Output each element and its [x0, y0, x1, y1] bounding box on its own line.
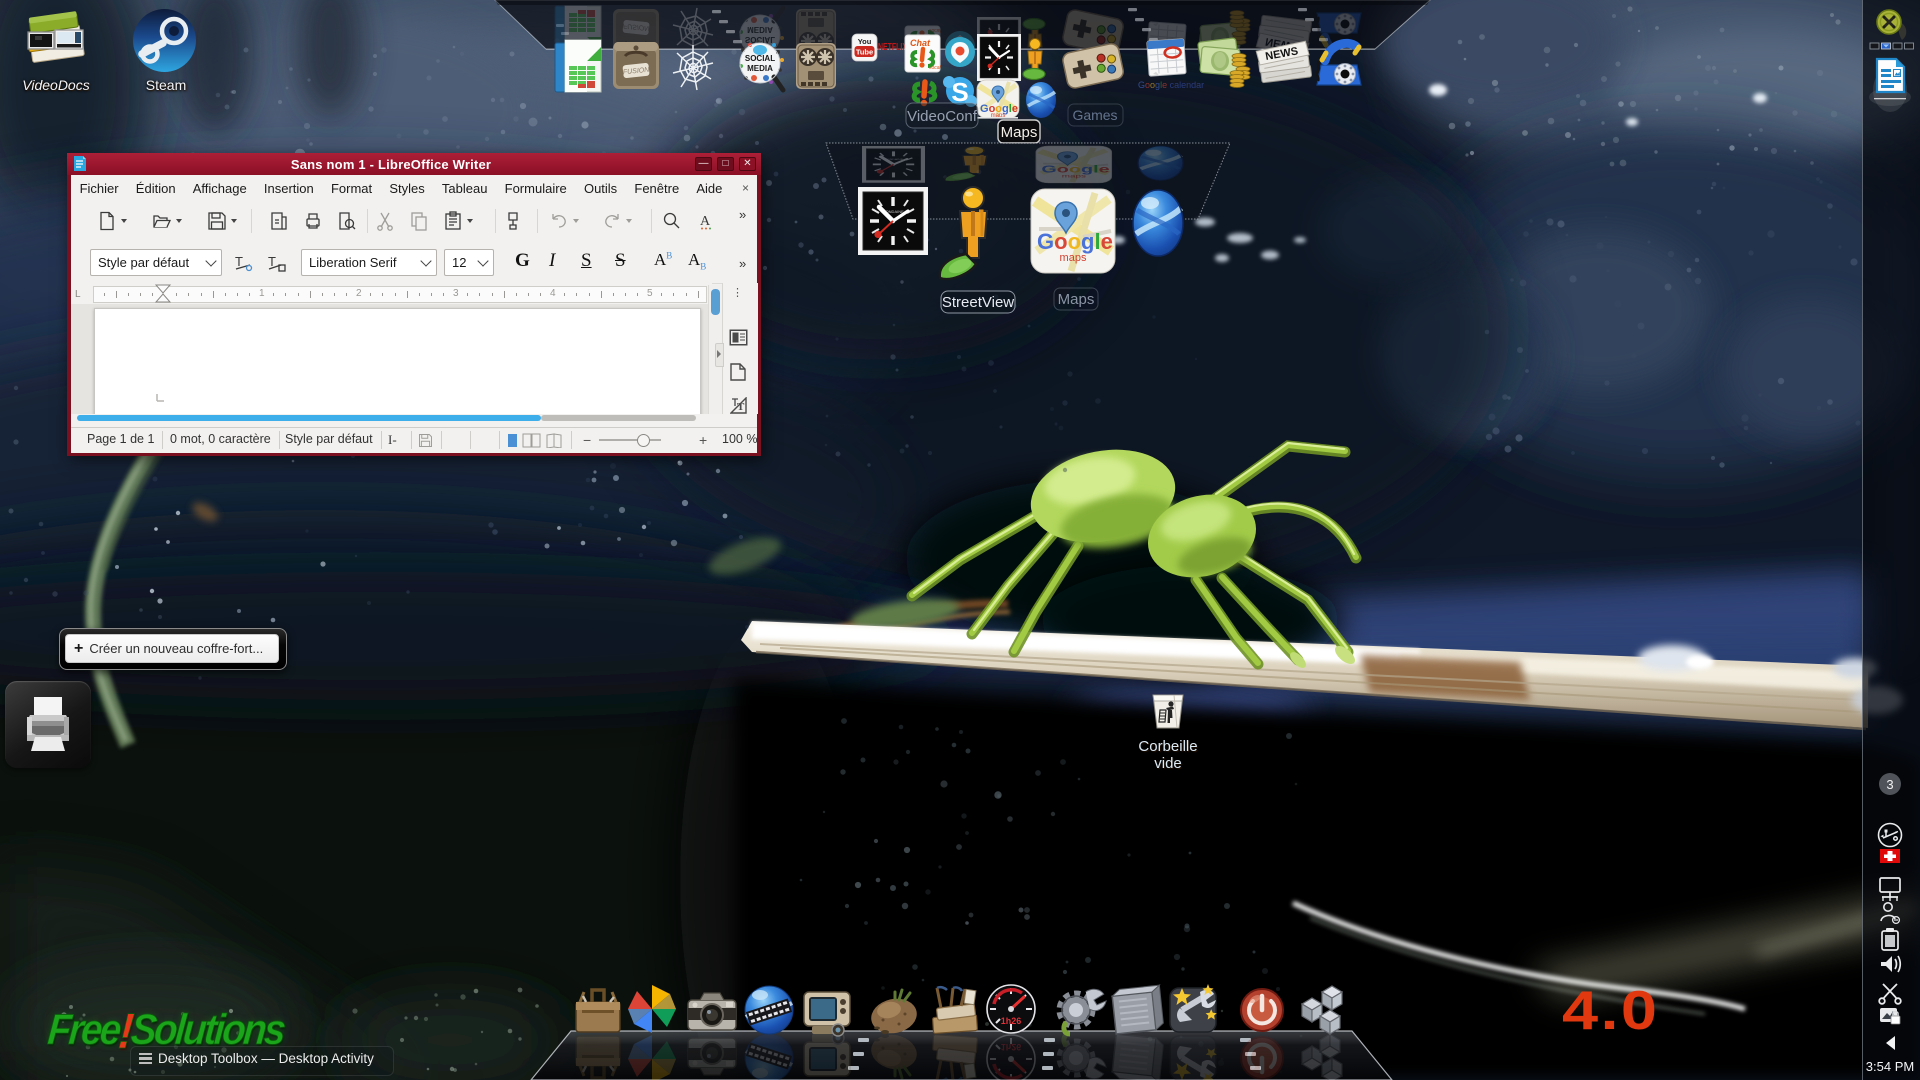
svg-text:StreetView: StreetView — [942, 294, 1014, 311]
svg-text:Maps: Maps — [1001, 124, 1038, 141]
svg-text:3: 3 — [1886, 777, 1893, 792]
svg-text:Maps: Maps — [1058, 291, 1095, 308]
svg-text:Games: Games — [1072, 107, 1117, 123]
svg-text:Google calendar: Google calendar — [1138, 80, 1204, 90]
svg-text:T: T — [737, 401, 745, 413]
svg-text:VideoConf: VideoConf — [907, 108, 978, 125]
svg-text:A: A — [700, 214, 711, 229]
svg-text:3:54 PM: 3:54 PM — [1866, 1059, 1914, 1074]
